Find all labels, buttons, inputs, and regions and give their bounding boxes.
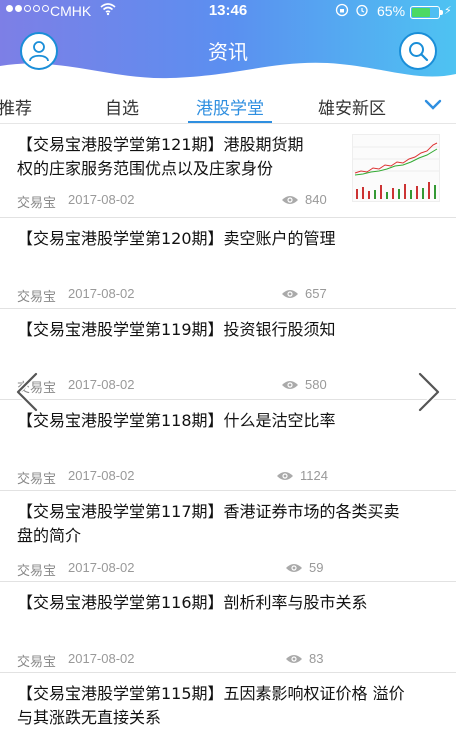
chevron-right-icon — [417, 371, 441, 413]
article-item[interactable]: 【交易宝港股学堂第118期】什么是沽空比率 交易宝 2017-08-02 112… — [0, 400, 456, 491]
article-item[interactable]: 【交易宝港股学堂第120期】卖空账户的管理 交易宝 2017-08-02 657 — [0, 218, 456, 309]
article-title: 【交易宝港股学堂第115期】五因素影响权证价格 溢价 与其涨跌无直接关系 — [17, 684, 405, 727]
search-icon — [409, 42, 429, 62]
view-count: 59 — [309, 560, 324, 575]
article-date: 2017-08-02 — [68, 377, 135, 392]
rotation-lock-icon — [335, 3, 349, 20]
battery-icon — [410, 6, 443, 19]
article-source: 交易宝 — [17, 290, 57, 305]
previous-arrow-button[interactable] — [12, 370, 42, 414]
status-bar: CMHK 13:46 65% ⚡ — [0, 0, 456, 24]
article-date: 2017-08-02 — [68, 651, 135, 666]
article-item[interactable]: 【交易宝港股学堂第121期】港股期货期 权的庄家服务范围优点以及庄家身份 交易宝… — [0, 124, 456, 218]
category-tabs: 推荐 自选 港股学堂 雄安新区 — [0, 86, 456, 124]
active-tab-indicator — [188, 121, 272, 123]
article-item[interactable]: 【交易宝港股学堂第115期】五因素影响权证价格 溢价 与其涨跌无直接关系 — [0, 673, 456, 739]
app-header: CMHK 13:46 65% ⚡ 资讯 — [0, 0, 456, 86]
article-date: 2017-08-02 — [68, 286, 135, 301]
next-arrow-button[interactable] — [414, 370, 444, 414]
alarm-icon — [355, 3, 369, 20]
article-views: 840 — [281, 192, 327, 207]
chevron-down-icon — [424, 99, 442, 110]
article-thumbnail — [352, 134, 440, 202]
page-title: 资讯 — [208, 40, 248, 64]
charging-icon: ⚡ — [444, 4, 452, 17]
view-count: 1124 — [300, 468, 328, 483]
view-count: 657 — [305, 286, 327, 301]
article-views: 1124 — [276, 468, 328, 483]
article-views: 657 — [281, 286, 327, 301]
tab-xiongan[interactable]: 雄安新区 — [318, 94, 386, 119]
eye-icon — [282, 195, 298, 204]
profile-button[interactable] — [20, 32, 58, 70]
article-title: 【交易宝港股学堂第117期】香港证券市场的各类买卖 盘的简介 — [17, 502, 400, 545]
article-source: 交易宝 — [17, 196, 57, 211]
article-date: 2017-08-02 — [68, 468, 135, 483]
article-item[interactable]: 【交易宝港股学堂第116期】剖析利率与股市关系 交易宝 2017-08-02 8… — [0, 582, 456, 673]
eye-icon — [286, 563, 302, 572]
user-icon — [29, 41, 49, 62]
article-title: 【交易宝港股学堂第120期】卖空账户的管理 — [17, 229, 336, 248]
stock-chart-thumbnail — [353, 135, 439, 201]
article-item[interactable]: 【交易宝港股学堂第117期】香港证券市场的各类买卖 盘的简介 交易宝 2017-… — [0, 491, 456, 582]
article-views: 83 — [285, 651, 323, 666]
article-title: 【交易宝港股学堂第119期】投资银行股须知 — [17, 320, 336, 339]
tab-hk-stock-school[interactable]: 港股学堂 — [196, 94, 264, 119]
article-source: 交易宝 — [17, 472, 57, 487]
article-source: 交易宝 — [17, 564, 57, 579]
article-title: 【交易宝港股学堂第116期】剖析利率与股市关系 — [17, 593, 368, 612]
article-source: 交易宝 — [17, 655, 57, 670]
article-views: 59 — [285, 560, 323, 575]
eye-icon — [286, 654, 302, 663]
battery-percent: 65% — [377, 3, 406, 19]
chevron-left-icon — [15, 371, 39, 413]
eye-icon — [282, 289, 298, 298]
eye-icon — [282, 380, 298, 389]
article-list: 【交易宝港股学堂第121期】港股期货期 权的庄家服务范围优点以及庄家身份 交易宝… — [0, 124, 456, 739]
view-count: 840 — [305, 192, 327, 207]
view-count: 83 — [309, 651, 324, 666]
tab-recommend[interactable]: 推荐 — [0, 94, 32, 119]
article-views: 580 — [281, 377, 327, 392]
article-title: 【交易宝港股学堂第121期】港股期货期 权的庄家服务范围优点以及庄家身份 — [17, 135, 304, 178]
article-date: 2017-08-02 — [68, 560, 135, 575]
article-item[interactable]: 【交易宝港股学堂第119期】投资银行股须知 交易宝 2017-08-02 580 — [0, 309, 456, 400]
search-button[interactable] — [399, 32, 437, 70]
eye-icon — [277, 471, 293, 480]
article-date: 2017-08-02 — [68, 192, 135, 207]
expand-tabs-button[interactable] — [420, 94, 446, 116]
article-title: 【交易宝港股学堂第118期】什么是沽空比率 — [17, 411, 336, 430]
tab-watchlist[interactable]: 自选 — [105, 94, 139, 119]
view-count: 580 — [305, 377, 327, 392]
